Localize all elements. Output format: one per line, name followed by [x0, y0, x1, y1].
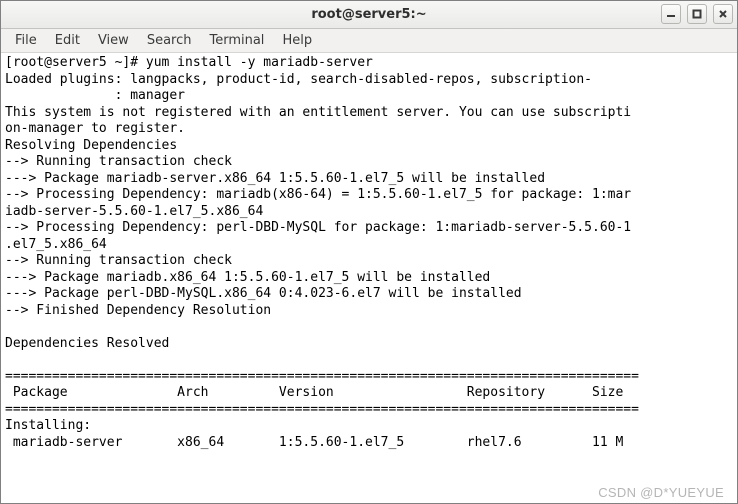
- menu-search[interactable]: Search: [139, 31, 200, 50]
- maximize-button[interactable]: [687, 4, 707, 24]
- minimize-icon: [666, 9, 676, 19]
- window-title: root@server5:~: [1, 7, 737, 22]
- menubar: File Edit View Search Terminal Help: [1, 29, 737, 53]
- menu-terminal[interactable]: Terminal: [201, 31, 272, 50]
- menu-view[interactable]: View: [90, 31, 137, 50]
- window-controls: [661, 4, 733, 24]
- titlebar: root@server5:~: [1, 1, 737, 29]
- menu-file[interactable]: File: [7, 31, 45, 50]
- close-icon: [718, 9, 728, 19]
- maximize-icon: [692, 9, 702, 19]
- close-button[interactable]: [713, 4, 733, 24]
- menu-help[interactable]: Help: [274, 31, 320, 50]
- minimize-button[interactable]: [661, 4, 681, 24]
- menu-edit[interactable]: Edit: [47, 31, 88, 50]
- terminal-output[interactable]: [root@server5 ~]# yum install -y mariadb…: [1, 53, 737, 503]
